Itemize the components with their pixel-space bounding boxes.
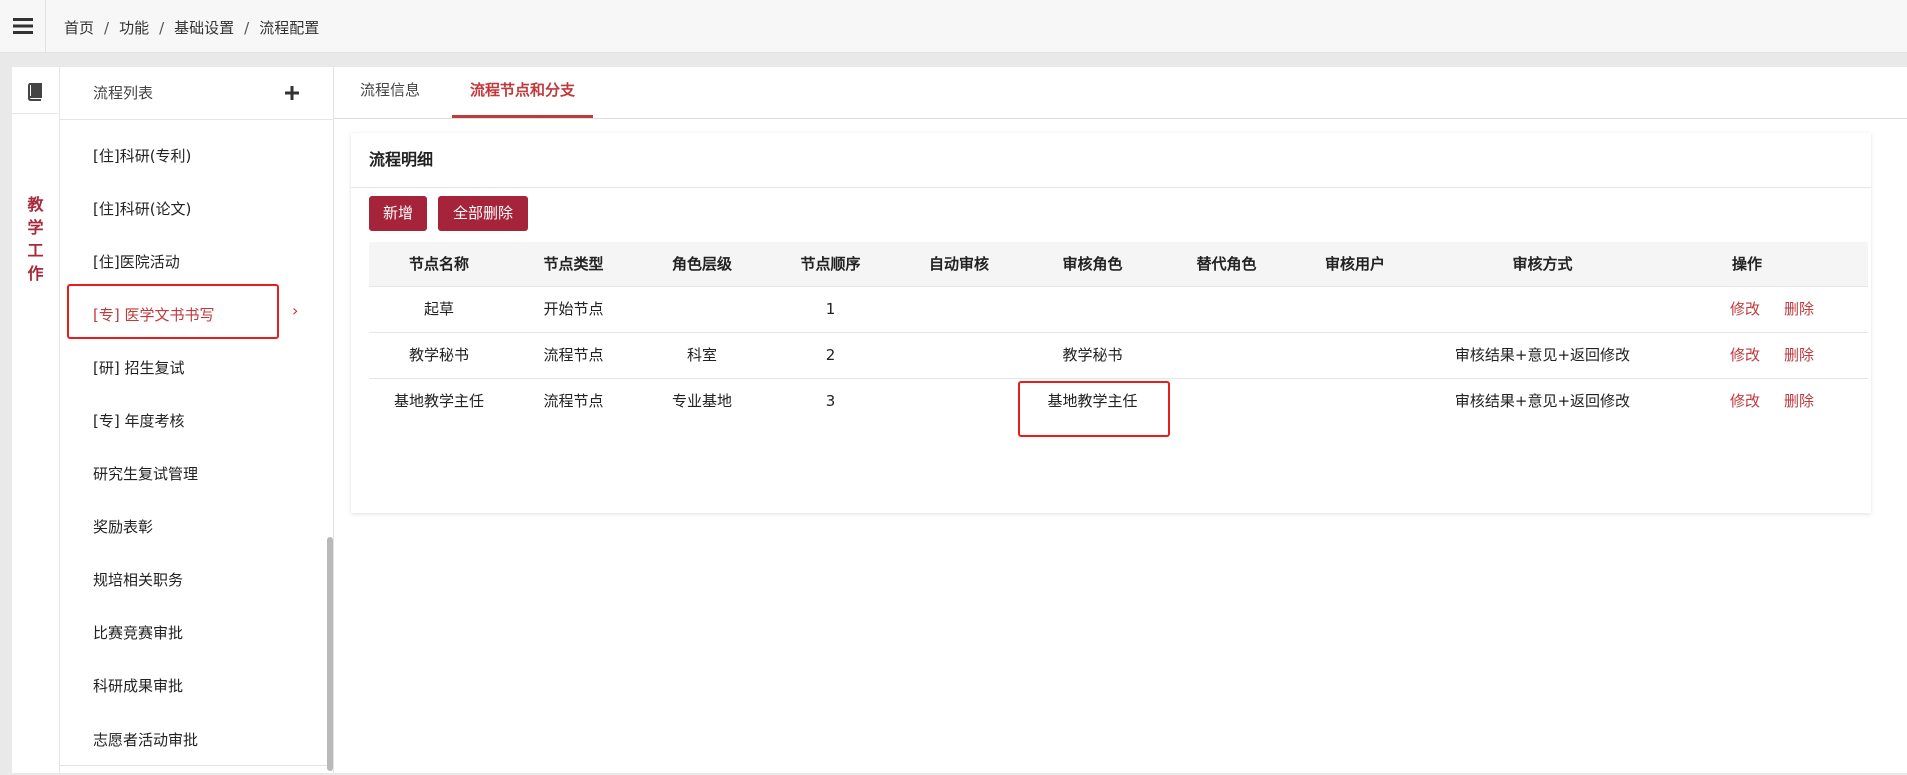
cell-node-type: 开始节点 (543, 300, 604, 318)
rail-divider (12, 113, 59, 114)
cell-node-name: 基地教学主任 (393, 392, 484, 410)
column-header: 自动审核 (928, 255, 989, 273)
hamburger-icon (12, 18, 33, 34)
delete-link[interactable]: 删除 (1779, 286, 1819, 332)
module-rail: 教 学 工 作 (12, 67, 60, 773)
flow-list-item[interactable]: 奖励表彰 (93, 512, 313, 542)
flow-list-item[interactable]: 科研成果审批 (93, 671, 313, 701)
table-row: 教学秘书 流程节点 科室 2 教学秘书 审核结果+意见+返回修改 修改 删除 (369, 332, 1868, 379)
delete-all-button[interactable]: 全部删除 (438, 196, 528, 231)
edit-link[interactable]: 修改 (1725, 332, 1765, 378)
breadcrumb-separator: / (104, 19, 110, 37)
column-header: 角色层级 (671, 255, 732, 273)
book-icon[interactable] (24, 81, 46, 103)
highlight-box (1018, 381, 1170, 437)
delete-link[interactable]: 删除 (1779, 378, 1819, 424)
plus-icon (285, 86, 299, 100)
rail-label-char: 教 (27, 195, 44, 214)
flow-list-title: 流程列表 (93, 84, 154, 102)
flow-list-header: 流程列表 (60, 67, 333, 120)
flow-list-item[interactable]: [研] 招生复试 (93, 353, 313, 383)
flow-list-item[interactable]: 比赛竞赛审批 (93, 618, 313, 648)
menu-toggle-button[interactable] (0, 0, 46, 52)
cell-role-level: 科室 (686, 346, 717, 364)
flow-list-bottom-divider (60, 765, 333, 766)
cell-node-name: 教学秘书 (408, 346, 469, 364)
table-header: 节点名称 节点类型 角色层级 节点顺序 自动审核 审核角色 替代角色 审核用户 … (369, 242, 1868, 287)
breadcrumb-basic-settings[interactable]: 基础设置 (174, 19, 234, 37)
cell-node-order: 2 (825, 346, 836, 364)
flow-list-item[interactable]: 志愿者活动审批 (93, 725, 313, 755)
rail-label-char: 学 (27, 218, 44, 237)
flow-list-panel: 流程列表 [住]科研(专利) [住]科研(论文) [住]医院活动 [专] 医学文… (60, 67, 334, 773)
flow-list-item[interactable]: [住]医院活动 (93, 247, 313, 277)
rail-label-char: 作 (27, 264, 44, 283)
cell-review-role: 教学秘书 (1062, 346, 1123, 364)
table-row: 起草 开始节点 1 修改 删除 (369, 286, 1868, 333)
column-header: 审核方式 (1512, 255, 1573, 273)
top-bar: 首页 / 功能 / 基础设置 / 流程配置 (0, 0, 1907, 53)
column-header: 审核角色 (1062, 255, 1123, 273)
cell-node-order: 3 (825, 392, 836, 410)
rail-label-char: 工 (27, 241, 44, 260)
edit-link[interactable]: 修改 (1725, 378, 1765, 424)
add-flow-button[interactable] (282, 83, 302, 103)
cell-node-type: 流程节点 (543, 346, 604, 364)
breadcrumb-separator: / (244, 19, 250, 37)
column-header: 操作 (1731, 255, 1762, 273)
tab-flow-info[interactable]: 流程信息 (354, 67, 426, 118)
breadcrumb: 首页 / 功能 / 基础设置 / 流程配置 (64, 0, 319, 56)
delete-link[interactable]: 删除 (1779, 332, 1819, 378)
column-header: 节点名称 (408, 255, 469, 273)
flow-list-item[interactable]: [住]科研(论文) (93, 194, 313, 224)
flow-list-item[interactable]: 研究生复试管理 (93, 459, 313, 489)
add-node-button[interactable]: 新增 (369, 196, 427, 231)
column-header: 节点顺序 (800, 255, 861, 273)
tab-bar: 流程信息 流程节点和分支 (334, 67, 1907, 119)
cell-node-type: 流程节点 (543, 392, 604, 410)
cell-review-method: 审核结果+意见+返回修改 (1454, 392, 1631, 410)
column-header: 审核用户 (1324, 255, 1385, 273)
cell-review-method: 审核结果+意见+返回修改 (1454, 346, 1631, 364)
cell-role-level: 专业基地 (671, 392, 732, 410)
flow-list-scrollbar[interactable] (327, 537, 333, 771)
chevron-right-icon: › (292, 301, 299, 320)
module-teaching-work[interactable]: 教 学 工 作 (12, 193, 59, 285)
flow-list-item[interactable]: [专] 年度考核 (93, 406, 313, 436)
cell-node-order: 1 (825, 300, 836, 318)
highlight-box (67, 284, 279, 339)
card-header: 流程明细 (351, 133, 1871, 188)
breadcrumb-function[interactable]: 功能 (119, 19, 149, 37)
tab-flow-nodes-branches[interactable]: 流程节点和分支 (452, 67, 593, 118)
card-title: 流程明细 (369, 150, 434, 169)
flow-list-item[interactable]: [住]科研(专利) (93, 141, 313, 171)
breadcrumb-flow-config: 流程配置 (259, 19, 320, 37)
flow-list-item[interactable]: 规培相关职务 (93, 565, 313, 595)
breadcrumb-home[interactable]: 首页 (64, 19, 94, 37)
cell-node-name: 起草 (423, 300, 454, 318)
edit-link[interactable]: 修改 (1725, 286, 1765, 332)
column-header: 节点类型 (543, 255, 604, 273)
column-header: 替代角色 (1196, 255, 1257, 273)
breadcrumb-separator: / (159, 19, 165, 37)
